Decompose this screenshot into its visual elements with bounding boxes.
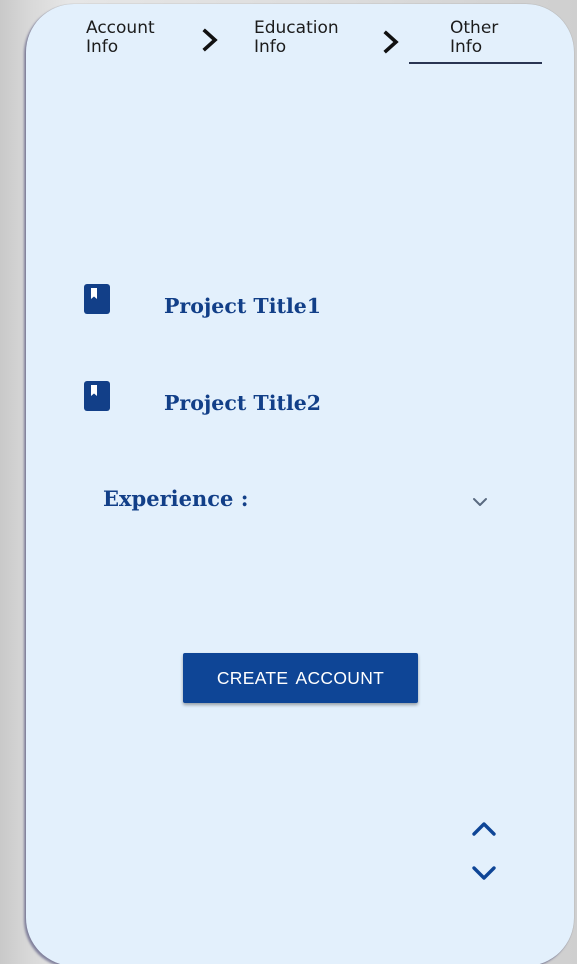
project-title-1: Project Title1 (164, 294, 322, 318)
step-education-info-line2: Info (254, 37, 287, 57)
experience-label: Experience : (103, 486, 249, 511)
step-other-info[interactable]: Other Info (450, 19, 520, 57)
step-education-info-line1: Education (254, 18, 339, 38)
experience-dropdown[interactable]: Experience : (26, 482, 574, 522)
step-other-info-line2: Info (450, 37, 483, 57)
create-account-button[interactable]: CREATE ACCOUNT (183, 653, 418, 703)
active-step-indicator (409, 62, 542, 64)
chevron-down-icon[interactable] (470, 494, 490, 510)
chevron-right-icon (383, 30, 399, 54)
bookmark-icon (84, 381, 110, 411)
project-item-2[interactable]: Project Title2 (26, 381, 574, 421)
chevron-up-icon[interactable] (470, 819, 498, 839)
step-education-info[interactable]: Education Info (254, 19, 374, 57)
project-item-1[interactable]: Project Title1 (26, 284, 574, 324)
phone-screen: Account Info Education Info Other Info P… (26, 4, 574, 964)
step-account-info[interactable]: Account Info (86, 19, 206, 57)
step-other-info-line1: Other (450, 18, 499, 38)
step-account-info-line2: Info (86, 37, 119, 57)
step-account-info-line1: Account (86, 18, 155, 38)
chevron-down-icon[interactable] (470, 863, 498, 883)
chevron-right-icon (202, 28, 218, 52)
bookmark-icon (84, 284, 110, 314)
project-title-2: Project Title2 (164, 391, 322, 415)
